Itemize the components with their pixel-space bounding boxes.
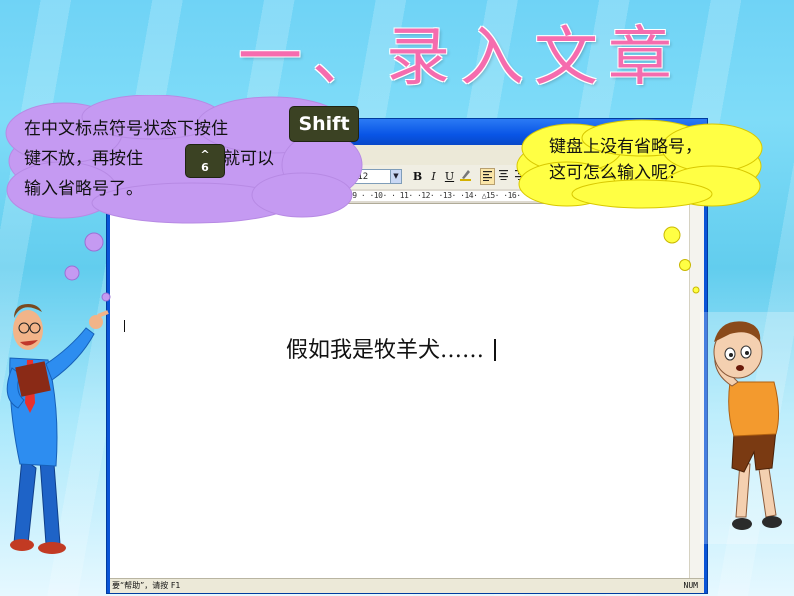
- status-bar: 要“帮助”，请按 F1 NUM: [110, 578, 704, 593]
- status-help-text: 要“帮助”，请按 F1: [112, 581, 181, 590]
- question-text: 键盘上没有省略号， 这可怎么输入呢？: [549, 134, 702, 186]
- status-num-indicator: NUM: [683, 581, 698, 590]
- teacher-cartoon: [6, 304, 109, 554]
- bold-button[interactable]: B: [410, 168, 425, 185]
- text-cursor: [494, 339, 497, 361]
- instruction-line-3: 输入省略号了。: [24, 179, 143, 199]
- font-dropdown-arrow-icon[interactable]: ▼: [390, 169, 402, 184]
- align-left-button[interactable]: [480, 168, 495, 185]
- six-key: ^ 6: [185, 144, 225, 178]
- slide-title: 一、录入文章: [238, 21, 682, 95]
- align-center-button[interactable]: [496, 168, 511, 185]
- instruction-line-2-pre: 键不放，再按住: [24, 149, 143, 169]
- italic-button[interactable]: I: [426, 168, 441, 185]
- font-color-button[interactable]: [458, 168, 473, 185]
- boy-cartoon: [700, 312, 794, 544]
- six-key-digit: 6: [201, 161, 209, 174]
- underline-button[interactable]: U: [442, 168, 457, 185]
- question-line-1: 键盘上没有省略号，: [549, 137, 702, 157]
- question-line-2: 这可怎么输入呢？: [549, 163, 685, 183]
- document-text-content: 假如我是牧羊犬……: [286, 338, 485, 363]
- align-center-icon: [499, 170, 508, 180]
- document-page[interactable]: 假如我是牧羊犬……: [110, 204, 704, 579]
- yellow-bubble-dots: [663, 226, 700, 294]
- align-left-icon: [483, 171, 492, 181]
- highlight-icon: [460, 170, 471, 181]
- shift-key: Shift: [289, 106, 359, 142]
- document-text[interactable]: 假如我是牧羊犬……: [286, 332, 497, 364]
- line-marker: [124, 320, 125, 332]
- six-key-caret: ^: [200, 148, 210, 161]
